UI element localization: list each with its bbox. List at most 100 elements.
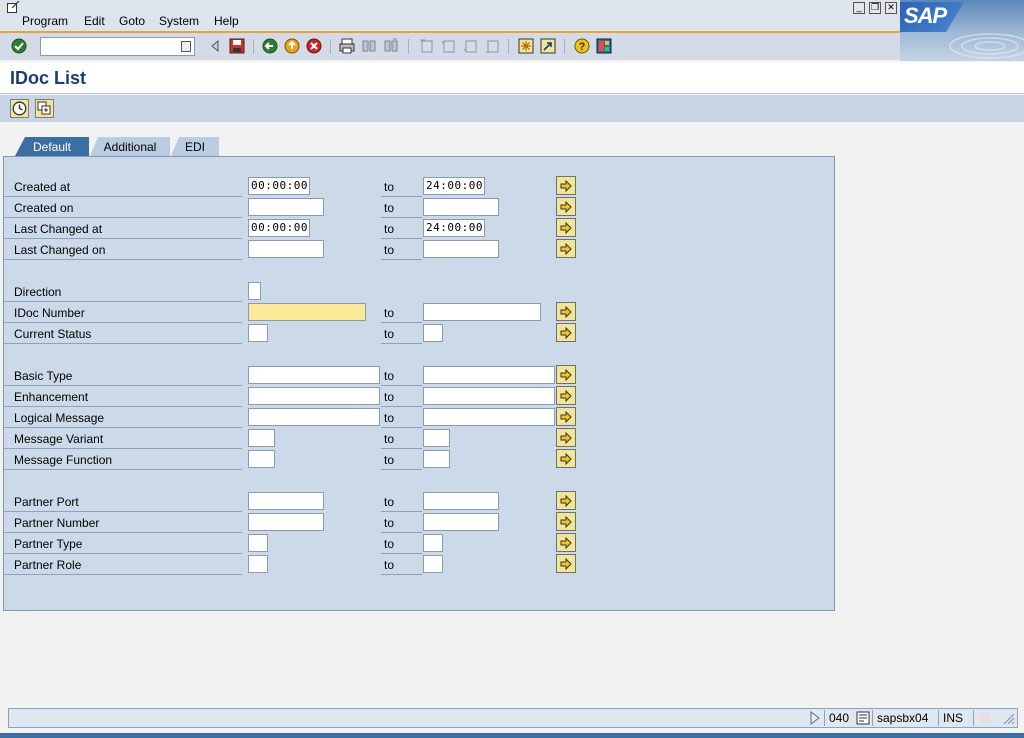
partner-port-to-field[interactable] — [423, 492, 499, 510]
menu-edit[interactable]: Edit — [84, 14, 105, 28]
arrow-right-icon — [560, 494, 572, 507]
partner-number-from-field[interactable] — [248, 513, 324, 531]
menu-help[interactable]: Help — [214, 14, 239, 28]
multiple-selection-button[interactable] — [556, 533, 576, 552]
basic-type-to-field[interactable] — [423, 366, 555, 384]
svg-text:?: ? — [579, 41, 586, 53]
last-changed-at-from-field[interactable]: 00:00:00 — [248, 219, 310, 237]
basic-type-from-field[interactable] — [248, 366, 380, 384]
partner-role-to-field[interactable] — [423, 555, 443, 573]
to-label: to — [381, 219, 422, 239]
multiple-selection-button[interactable] — [556, 176, 576, 195]
multiple-selection-button[interactable] — [556, 449, 576, 468]
first-page-icon — [418, 38, 434, 54]
to-label: to — [381, 408, 422, 428]
to-label: to — [381, 198, 422, 218]
partner-number-to-field[interactable] — [423, 513, 499, 531]
message-function-from-field[interactable] — [248, 450, 275, 468]
enter-check-icon[interactable] — [11, 38, 27, 54]
back-icon[interactable] — [262, 38, 278, 54]
basic-type-label: Basic Type — [4, 366, 242, 386]
application-toolbar — [0, 95, 1024, 122]
command-field[interactable] — [40, 37, 195, 56]
resize-grip-icon[interactable] — [1001, 711, 1015, 725]
title-bar: IDoc List — [0, 62, 1024, 94]
save-icon[interactable] — [229, 38, 245, 54]
get-variant-button[interactable] — [35, 99, 54, 118]
tab-panel-default: Created at 00:00:00 to 24:00:00 Created … — [3, 156, 835, 611]
shortcut-icon[interactable] — [540, 38, 556, 54]
next-page-icon — [462, 38, 478, 54]
created-on-from-field[interactable] — [248, 198, 324, 216]
last-changed-on-to-field[interactable] — [423, 240, 499, 258]
print-icon[interactable] — [339, 38, 355, 54]
multiple-selection-button[interactable] — [556, 365, 576, 384]
help-icon[interactable]: ? — [574, 38, 590, 54]
layout-menu-icon[interactable] — [596, 38, 612, 54]
close-window-icon[interactable]: ✕ — [885, 2, 897, 14]
multiple-selection-button[interactable] — [556, 323, 576, 342]
toolbar-separator — [408, 39, 409, 54]
current-status-label: Current Status — [4, 324, 242, 344]
status-expand-icon[interactable] — [809, 711, 821, 725]
exit-icon[interactable] — [284, 38, 300, 54]
tab-additional[interactable]: Additional — [90, 137, 170, 156]
current-status-from-field[interactable] — [248, 324, 268, 342]
created-at-from-field[interactable]: 00:00:00 — [248, 177, 310, 195]
minimize-icon[interactable]: _ — [853, 2, 865, 14]
multiple-selection-button[interactable] — [556, 218, 576, 237]
tab-default[interactable]: Default — [15, 137, 89, 156]
logical-message-from-field[interactable] — [248, 408, 380, 426]
menu-system[interactable]: System — [159, 14, 199, 28]
multiple-selection-button[interactable] — [556, 428, 576, 447]
execute-button[interactable] — [10, 99, 29, 118]
create-session-icon[interactable] — [518, 38, 534, 54]
arrow-right-icon — [560, 242, 572, 255]
toolbar-separator — [330, 39, 331, 54]
arrow-right-icon — [560, 431, 572, 444]
partner-port-from-field[interactable] — [248, 492, 324, 510]
restore-icon[interactable]: ❐ — [869, 2, 881, 14]
to-label: to — [381, 387, 422, 407]
variant-icon — [37, 101, 51, 115]
direction-field[interactable] — [248, 282, 261, 300]
created-on-to-field[interactable] — [423, 198, 499, 216]
menu-goto[interactable]: Goto — [119, 14, 145, 28]
menu-program[interactable]: Program — [22, 14, 68, 28]
idoc-number-from-field[interactable] — [248, 303, 366, 321]
multiple-selection-button[interactable] — [556, 386, 576, 405]
last-page-icon — [484, 38, 500, 54]
arrow-right-icon — [560, 515, 572, 528]
enhancement-to-field[interactable] — [423, 387, 555, 405]
multiple-selection-button[interactable] — [556, 554, 576, 573]
last-changed-at-to-field[interactable]: 24:00:00 — [423, 219, 485, 237]
cancel-icon[interactable] — [306, 38, 322, 54]
back-triangle-icon[interactable] — [207, 38, 223, 54]
page-title: IDoc List — [10, 68, 87, 88]
message-variant-to-field[interactable] — [423, 429, 450, 447]
tab-edi[interactable]: EDI — [171, 137, 219, 156]
direction-label: Direction — [4, 282, 242, 302]
window-menu-icon[interactable] — [7, 0, 20, 13]
find-icon — [361, 38, 377, 54]
partner-type-from-field[interactable] — [248, 534, 268, 552]
multiple-selection-button[interactable] — [556, 491, 576, 510]
message-function-to-field[interactable] — [423, 450, 450, 468]
created-at-to-field[interactable]: 24:00:00 — [423, 177, 485, 195]
logical-message-to-field[interactable] — [423, 408, 555, 426]
enhancement-from-field[interactable] — [248, 387, 380, 405]
multiple-selection-button[interactable] — [556, 197, 576, 216]
partner-type-to-field[interactable] — [423, 534, 443, 552]
multiple-selection-button[interactable] — [556, 302, 576, 321]
last-changed-on-from-field[interactable] — [248, 240, 324, 258]
arrow-right-icon — [560, 221, 572, 234]
multiple-selection-button[interactable] — [556, 512, 576, 531]
multiple-selection-button[interactable] — [556, 407, 576, 426]
current-status-to-field[interactable] — [423, 324, 443, 342]
idoc-number-to-field[interactable] — [423, 303, 541, 321]
message-variant-from-field[interactable] — [248, 429, 275, 447]
partner-role-from-field[interactable] — [248, 555, 268, 573]
multiple-selection-button[interactable] — [556, 239, 576, 258]
command-history-icon[interactable] — [181, 41, 191, 52]
system-info-icon[interactable] — [856, 711, 870, 725]
